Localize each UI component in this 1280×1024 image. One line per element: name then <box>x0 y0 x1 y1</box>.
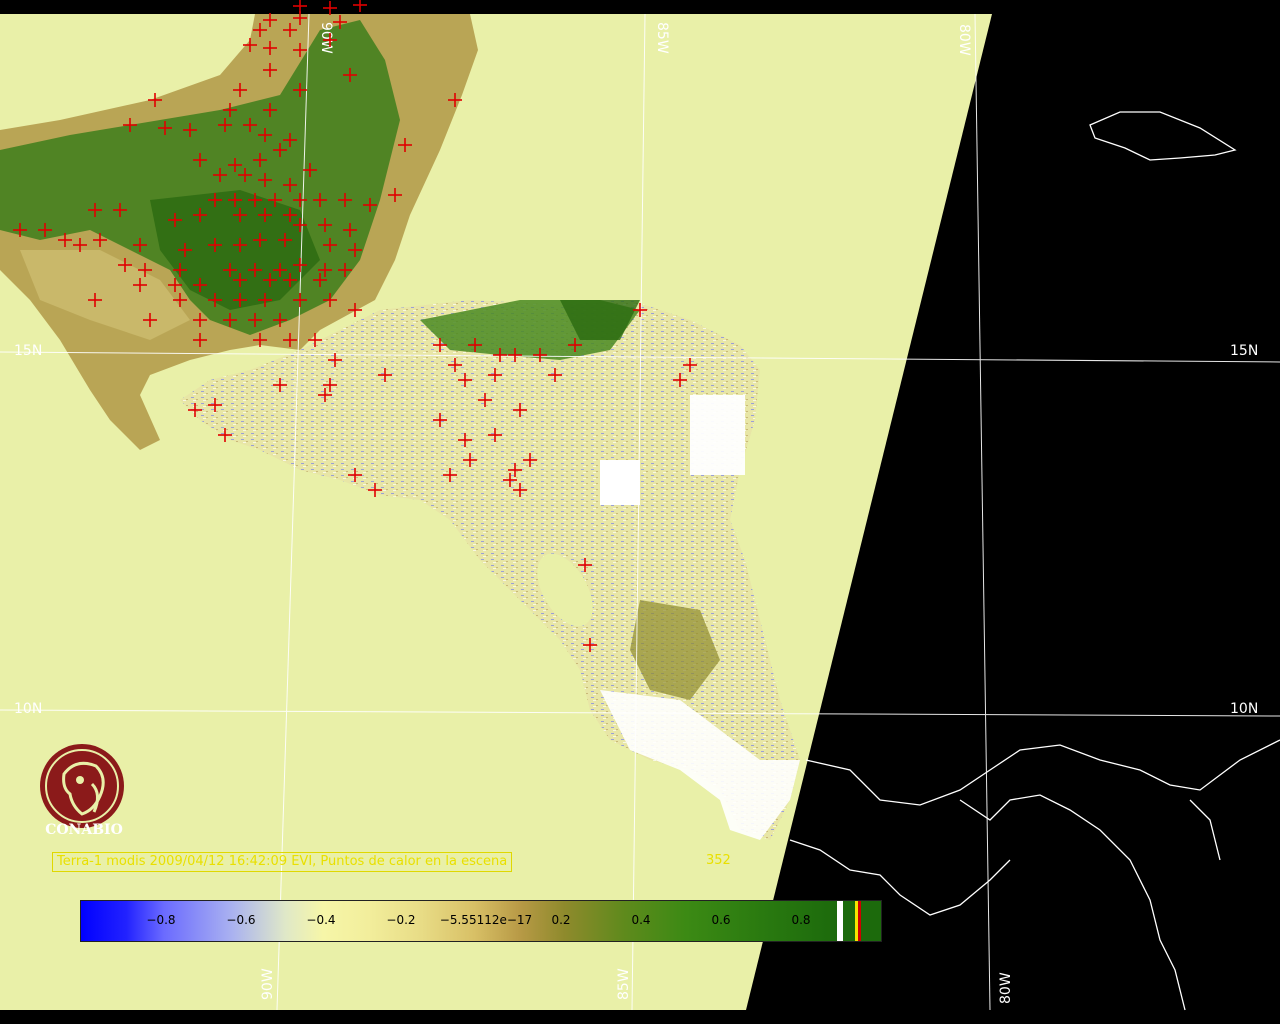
logo-text: CONABIO <box>45 822 123 838</box>
lon-label-top: 85W <box>654 22 670 54</box>
colorbar-tick: 0.6 <box>711 913 731 927</box>
colorbar-tick: −5.55112e−17 <box>439 913 533 927</box>
lon-label-bottom: 85W <box>616 968 632 1000</box>
lat-label-left: 10N <box>14 701 42 717</box>
colorbar-tick: 0.2 <box>551 913 571 927</box>
colorbar-tick: −0.8 <box>146 913 176 927</box>
lon-label-top: 90W <box>318 22 334 54</box>
lat-label-right: 15N <box>1230 343 1258 359</box>
colorbar-class-red <box>858 901 861 941</box>
lat-label-left: 15N <box>14 343 42 359</box>
colorbar-tick: 0.8 <box>791 913 811 927</box>
colorbar-tick: −0.4 <box>306 913 336 927</box>
lon-label-bottom: 90W <box>260 968 276 1000</box>
lat-label-right: 10N <box>1230 701 1258 717</box>
colorbar-tick: −0.2 <box>386 913 416 927</box>
lon-label-bottom: 80W <box>998 972 1014 1004</box>
lon-label-top: 80W <box>956 24 972 56</box>
scene-caption: Terra-1 modis 2009/04/12 16:42:09 EVI, P… <box>52 852 513 872</box>
colorbar-class-green <box>843 901 855 941</box>
hotspot-count: 352 <box>706 853 731 868</box>
colorbar-tick: 0.4 <box>631 913 651 927</box>
evi-colorbar: −0.8 −0.6 −0.4 −0.2 −5.55112e−17 0.2 0.4… <box>80 900 882 942</box>
colorbar-tick: −0.6 <box>226 913 256 927</box>
